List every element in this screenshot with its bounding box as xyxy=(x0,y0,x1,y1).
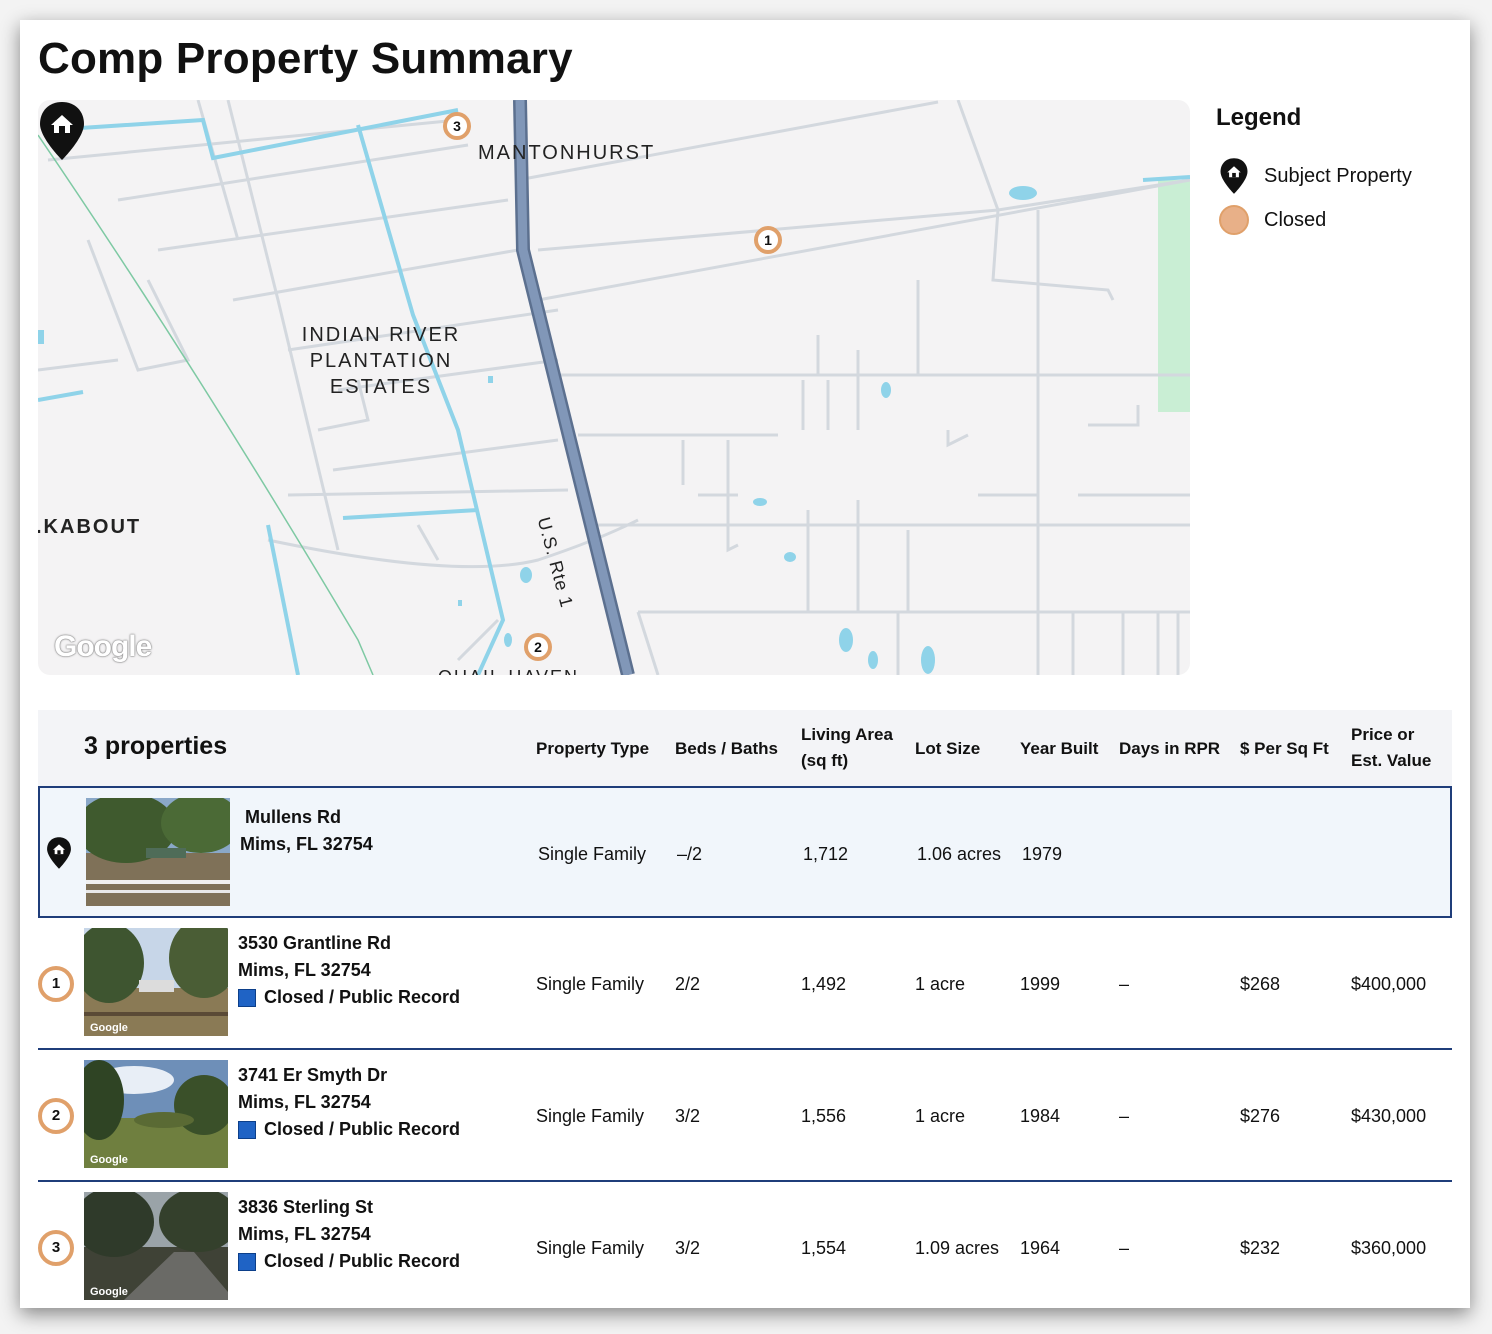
comp-year-built: 1999 xyxy=(1020,974,1061,994)
col-beds-baths[interactable]: Beds / Baths xyxy=(675,736,778,762)
comp-living-area: 1,492 xyxy=(801,974,847,994)
status-badge: Closed / Public Record xyxy=(238,984,460,1011)
photo-attribution: Google xyxy=(90,1154,128,1166)
comp-per-sq-ft: $276 xyxy=(1240,1106,1281,1126)
table-row[interactable]: 2 Google 3741 Er Smyth Dr Mims, FL 32754… xyxy=(38,1050,1452,1182)
comp-price: $360,000 xyxy=(1351,1238,1427,1258)
legend-label-subject: Subject Property xyxy=(1264,164,1412,187)
comp-marker: 3 xyxy=(38,1230,74,1266)
comps-table: 3 properties Property Type Beds / Baths … xyxy=(38,710,1452,1308)
map-marker-3[interactable]: 3 xyxy=(443,112,471,140)
comp-lot-size: 1 acre xyxy=(915,1106,966,1126)
map-roads xyxy=(38,100,1190,675)
col-per-sq-ft[interactable]: $ Per Sq Ft xyxy=(1240,736,1329,762)
comp-price: $400,000 xyxy=(1351,974,1427,994)
status-square-icon xyxy=(238,1120,256,1139)
status-badge: Closed / Public Record xyxy=(238,1248,460,1275)
map-label-mantonhurst: MANTONHURST xyxy=(478,142,656,164)
comp-year-built: 1984 xyxy=(1020,1106,1061,1126)
comp-per-sq-ft: $232 xyxy=(1240,1238,1281,1258)
comp-beds-baths: 3/2 xyxy=(675,1106,701,1126)
subject-property-type: Single Family xyxy=(538,844,647,864)
subject-pin-icon[interactable] xyxy=(38,100,86,162)
table-row[interactable]: 1 Google 3530 Grantline Rd Mims, FL 3275… xyxy=(38,918,1452,1050)
table-row[interactable]: 3 Google 3836 Sterling St Mims, FL 32754… xyxy=(38,1182,1452,1308)
legend-item-subject: Subject Property xyxy=(1216,154,1456,198)
legend-item-closed: Closed xyxy=(1216,198,1456,242)
comp-map[interactable]: MANTONHURST INDIAN RIVER PLANTATION ESTA… xyxy=(38,100,1190,675)
subject-year-built: 1979 xyxy=(1022,844,1063,864)
property-photo[interactable]: Google xyxy=(84,1192,228,1300)
col-price[interactable]: Price or Est. Value xyxy=(1351,722,1431,774)
subject-address[interactable]: Mullens Rd Mims, FL 32754 xyxy=(240,804,373,858)
table-header: 3 properties Property Type Beds / Baths … xyxy=(38,710,1452,786)
photo-attribution: Google xyxy=(90,1022,128,1034)
comp-property-type: Single Family xyxy=(536,1238,645,1258)
col-property-type[interactable]: Property Type xyxy=(536,736,649,762)
subject-lot-size: 1.06 acres xyxy=(917,844,1002,864)
house-pin-icon xyxy=(1220,158,1248,194)
status-badge: Closed / Public Record xyxy=(238,1116,460,1143)
comp-marker: 2 xyxy=(38,1098,74,1134)
status-square-icon xyxy=(238,1252,256,1271)
comp-price: $430,000 xyxy=(1351,1106,1427,1126)
subject-beds-baths: –/2 xyxy=(677,844,703,864)
comp-days-in-rpr: – xyxy=(1119,1238,1130,1258)
google-logo: Google xyxy=(54,630,152,663)
comp-days-in-rpr: – xyxy=(1119,974,1130,994)
closed-dot-icon xyxy=(1219,205,1249,235)
comp-beds-baths: 2/2 xyxy=(675,974,701,994)
map-label-lookabout: .KABOUT xyxy=(38,516,142,538)
report-page: Comp Property Summary MANTONHURST INDIAN… xyxy=(20,20,1470,1308)
comp-days-in-rpr: – xyxy=(1119,1106,1130,1126)
comp-address[interactable]: 3741 Er Smyth Dr Mims, FL 32754 Closed /… xyxy=(238,1062,460,1143)
comp-beds-baths: 3/2 xyxy=(675,1238,701,1258)
map-marker-1[interactable]: 1 xyxy=(754,226,782,254)
map-marker-2[interactable]: 2 xyxy=(524,633,552,661)
comp-address[interactable]: 3530 Grantline Rd Mims, FL 32754 Closed … xyxy=(238,930,460,1011)
col-living-area[interactable]: Living Area (sq ft) xyxy=(801,722,893,774)
col-lot-size[interactable]: Lot Size xyxy=(915,736,980,762)
status-square-icon xyxy=(238,988,256,1007)
property-photo[interactable]: Google xyxy=(84,1060,228,1168)
comp-per-sq-ft: $268 xyxy=(1240,974,1281,994)
page-title: Comp Property Summary xyxy=(38,34,573,83)
comp-living-area: 1,554 xyxy=(801,1238,847,1258)
comp-property-type: Single Family xyxy=(536,974,645,994)
map-label-quail-haven: QUAIL HAVEN xyxy=(438,664,579,675)
table-row-subject[interactable]: Mullens Rd Mims, FL 32754 Single Family … xyxy=(38,786,1452,918)
col-days-in-rpr[interactable]: Days in RPR xyxy=(1119,736,1220,762)
comp-marker: 1 xyxy=(38,966,74,1002)
comp-living-area: 1,556 xyxy=(801,1106,847,1126)
comp-year-built: 1964 xyxy=(1020,1238,1061,1258)
map-legend: Legend Subject Property Closed xyxy=(1216,104,1456,242)
subject-living-area: 1,712 xyxy=(803,844,849,864)
legend-label-closed: Closed xyxy=(1264,208,1327,231)
legend-title: Legend xyxy=(1216,104,1302,131)
comp-address[interactable]: 3836 Sterling St Mims, FL 32754 Closed /… xyxy=(238,1194,460,1275)
property-count: 3 properties xyxy=(84,732,228,760)
col-year-built[interactable]: Year Built xyxy=(1020,736,1098,762)
house-pin-icon xyxy=(47,837,71,869)
property-photo[interactable]: Google xyxy=(84,928,228,1036)
comp-lot-size: 1 acre xyxy=(915,974,966,994)
photo-attribution: Google xyxy=(90,1286,128,1298)
map-label-indian-river: INDIAN RIVER PLANTATION ESTATES xyxy=(301,324,461,398)
comp-property-type: Single Family xyxy=(536,1106,645,1126)
property-photo[interactable] xyxy=(86,798,230,906)
comp-lot-size: 1.09 acres xyxy=(915,1238,1000,1258)
